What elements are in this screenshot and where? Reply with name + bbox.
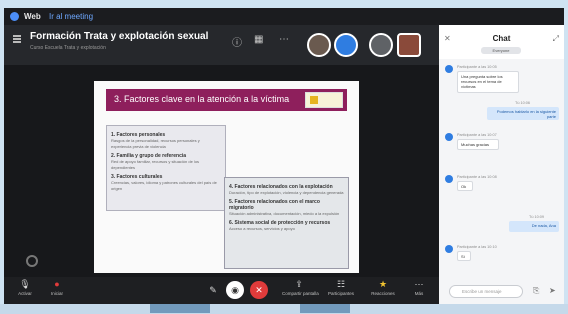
meeting-link[interactable]: Ir al meeting <box>49 12 93 21</box>
factors-box-right: 4. Factores relacionados con la explotac… <box>224 177 349 269</box>
meeting-title: Formación Trata y explotación sexual <box>30 31 209 42</box>
pen-icon: ✎ <box>209 285 217 295</box>
participants-icon: ☷ <box>336 279 346 289</box>
participants-button[interactable]: ☷ Participantes <box>324 279 358 296</box>
chat-message-mine: De nada, Ana <box>509 221 559 232</box>
meeting-toolbar: 🎙︎ Activar ● Iniciar ✎ ◉ ✕ ⇪ Compartir p… <box>4 277 439 304</box>
factor-body: Duración, tipo de explotación, violencia… <box>229 190 344 195</box>
chat-message: Muchas gracias <box>457 139 499 150</box>
slide-header: 3. Factores clave en la atención a la ví… <box>106 89 347 111</box>
participant-avatar[interactable] <box>307 33 331 57</box>
chat-message: Sí <box>457 251 471 261</box>
desktop-background <box>0 304 568 314</box>
share-icon: ⇪ <box>295 279 303 289</box>
factor-body: Red de apoyo familiar, recursos y situac… <box>111 159 200 170</box>
avatar <box>445 245 453 253</box>
self-view-icon[interactable] <box>26 255 38 267</box>
chat-message: Una pregunta sobre los recursos en el te… <box>457 71 519 93</box>
app-logo-icon <box>10 12 19 21</box>
attach-icon[interactable]: ⎘ <box>533 286 539 296</box>
chat-recipient[interactable]: Everyone <box>481 47 521 54</box>
factor-body: Creencias, valores, idioma y patrones cu… <box>111 180 217 191</box>
hand-button[interactable]: ◉ <box>226 281 244 299</box>
share-button[interactable]: ⇪ Compartir pantalla <box>282 279 319 296</box>
more-label: Más <box>414 291 424 296</box>
participant-avatar[interactable] <box>334 33 358 57</box>
menu-icon[interactable] <box>13 35 21 43</box>
mic-label: Activar <box>18 291 32 296</box>
message-sender: Participante a las 10:08 <box>457 175 497 179</box>
video-label: Iniciar <box>50 291 63 296</box>
chat-message: Ok <box>457 181 473 191</box>
chat-header: ✕ Chat Everyone ⤢ <box>439 25 564 59</box>
message-sender: Participante a las 10:07 <box>457 133 497 137</box>
participant-avatar[interactable] <box>397 33 421 57</box>
video-button[interactable]: ● Iniciar <box>40 279 74 296</box>
share-label: Compartir pantalla <box>282 291 319 296</box>
message-sender: Tú 10:09 <box>529 215 544 219</box>
meeting-header: Formación Trata y explotación sexual Cur… <box>4 25 439 65</box>
expand-icon[interactable]: ⤢ <box>553 34 559 44</box>
app-name: Web <box>24 12 41 21</box>
more-icon: ⋯ <box>414 279 424 289</box>
info-icon[interactable]: ⓘ <box>232 34 242 49</box>
chat-panel: ✕ Chat Everyone ⤢ Participante a las 10:… <box>439 25 564 304</box>
message-sender: Participante a las 10:05 <box>457 65 497 69</box>
avatar <box>445 175 453 183</box>
chat-input[interactable]: Escribe un mensaje <box>449 285 523 298</box>
more-button[interactable]: ⋯ Más <box>402 279 436 296</box>
shared-screen-area: 3. Factores clave en la atención a la ví… <box>4 65 439 277</box>
factor-body: Rasgos de la personalidad, recursos pers… <box>111 138 200 149</box>
factor-body: Situación administrativa, documentación,… <box>229 211 340 216</box>
desktop-shape <box>150 304 210 313</box>
video-icon: ● <box>54 279 60 289</box>
slide-logo <box>305 92 343 108</box>
hand-icon: ◉ <box>231 285 239 295</box>
reactions-label: Reacciones <box>371 291 395 296</box>
message-sender: Tú 10:06 <box>515 101 530 105</box>
grid-icon[interactable]: ▦ <box>254 34 263 45</box>
meeting-window: Web Ir al meeting Formación Trata y expl… <box>4 8 564 304</box>
reactions-button[interactable]: ★ Reacciones <box>366 279 400 296</box>
slide-title: 3. Factores clave en la atención a la ví… <box>114 94 290 104</box>
participants-label: Participantes <box>327 291 354 296</box>
chat-message-mine: Podemos hablarlo en la siguiente parte <box>487 107 559 120</box>
chat-title: Chat <box>492 34 511 43</box>
reactions-icon: ★ <box>378 279 388 289</box>
avatar <box>445 133 453 141</box>
more-options-icon[interactable]: ⋯ <box>279 34 289 45</box>
leave-icon: ✕ <box>255 285 263 295</box>
leave-button[interactable]: ✕ <box>250 281 268 299</box>
avatar <box>445 65 453 73</box>
factor-title: 5. Factores relacionados con el marco mi… <box>229 199 320 211</box>
send-icon[interactable]: ➤ <box>549 286 556 295</box>
participant-avatar[interactable] <box>369 33 393 57</box>
presentation-slide: 3. Factores clave en la atención a la ví… <box>94 81 359 273</box>
desktop-shape <box>300 304 350 313</box>
message-sender: Participante a las 10:10 <box>457 245 497 249</box>
factor-body: Acceso a recursos, servicios y apoyo <box>229 226 295 231</box>
meeting-subtitle: Curso Escuela Trata y explotación <box>30 45 106 51</box>
title-bar: Web Ir al meeting <box>4 8 564 25</box>
factors-box-left: 1. Factores personales Rasgos de la pers… <box>106 125 226 211</box>
mic-button[interactable]: 🎙︎ Activar <box>8 279 42 296</box>
mic-icon: 🎙︎ <box>19 279 31 289</box>
pen-button[interactable]: ✎ <box>204 281 222 299</box>
